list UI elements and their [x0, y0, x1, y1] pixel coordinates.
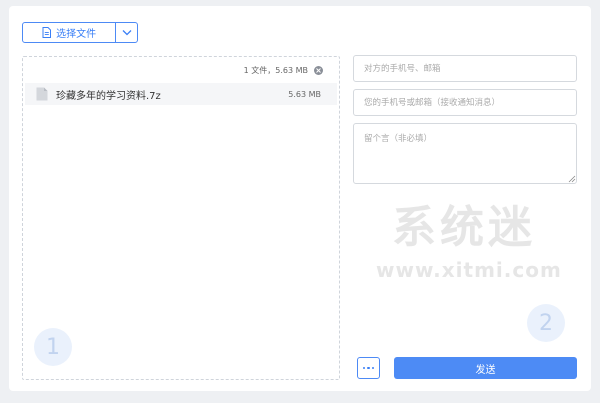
file-size: 5.63 MB: [288, 89, 321, 99]
file-summary: 1 文件，5.63 MB: [244, 65, 323, 76]
close-icon: [316, 68, 321, 73]
select-files-button-group: 选择文件: [22, 22, 138, 43]
select-files-dropdown[interactable]: [116, 23, 137, 42]
file-name: 珍藏多年的学习资料.7z: [56, 90, 161, 102]
chevron-down-icon: [122, 30, 132, 36]
sender-contact-input[interactable]: [353, 89, 577, 116]
document-icon: [42, 27, 52, 38]
more-options-button[interactable]: [357, 357, 380, 379]
resize-grip-icon[interactable]: [567, 174, 576, 183]
file-drop-zone[interactable]: 1 文件，5.63 MB 珍藏多年的学习资料.7z 5.63 MB 1: [22, 56, 340, 380]
recipient-input[interactable]: [353, 55, 577, 82]
file-list-item[interactable]: 珍藏多年的学习资料.7z 5.63 MB: [25, 83, 337, 105]
send-button[interactable]: 发送: [394, 357, 577, 379]
message-textarea[interactable]: [353, 123, 577, 184]
file-summary-text: 1 文件，5.63 MB: [243, 66, 308, 75]
watermark-url: www.xitmi.com: [376, 258, 562, 282]
watermark-logo: 系统迷 www.xitmi.com: [376, 202, 562, 283]
clear-all-icon[interactable]: [314, 66, 323, 75]
step-badge-1: 1: [34, 328, 72, 366]
select-files-button[interactable]: 选择文件: [23, 23, 117, 42]
select-files-label: 选择文件: [56, 29, 97, 40]
file-icon: [36, 87, 48, 101]
step-badge-2: 2: [527, 304, 565, 342]
watermark-chinese: 系统迷: [392, 202, 536, 253]
more-dots-icon: [362, 366, 366, 370]
